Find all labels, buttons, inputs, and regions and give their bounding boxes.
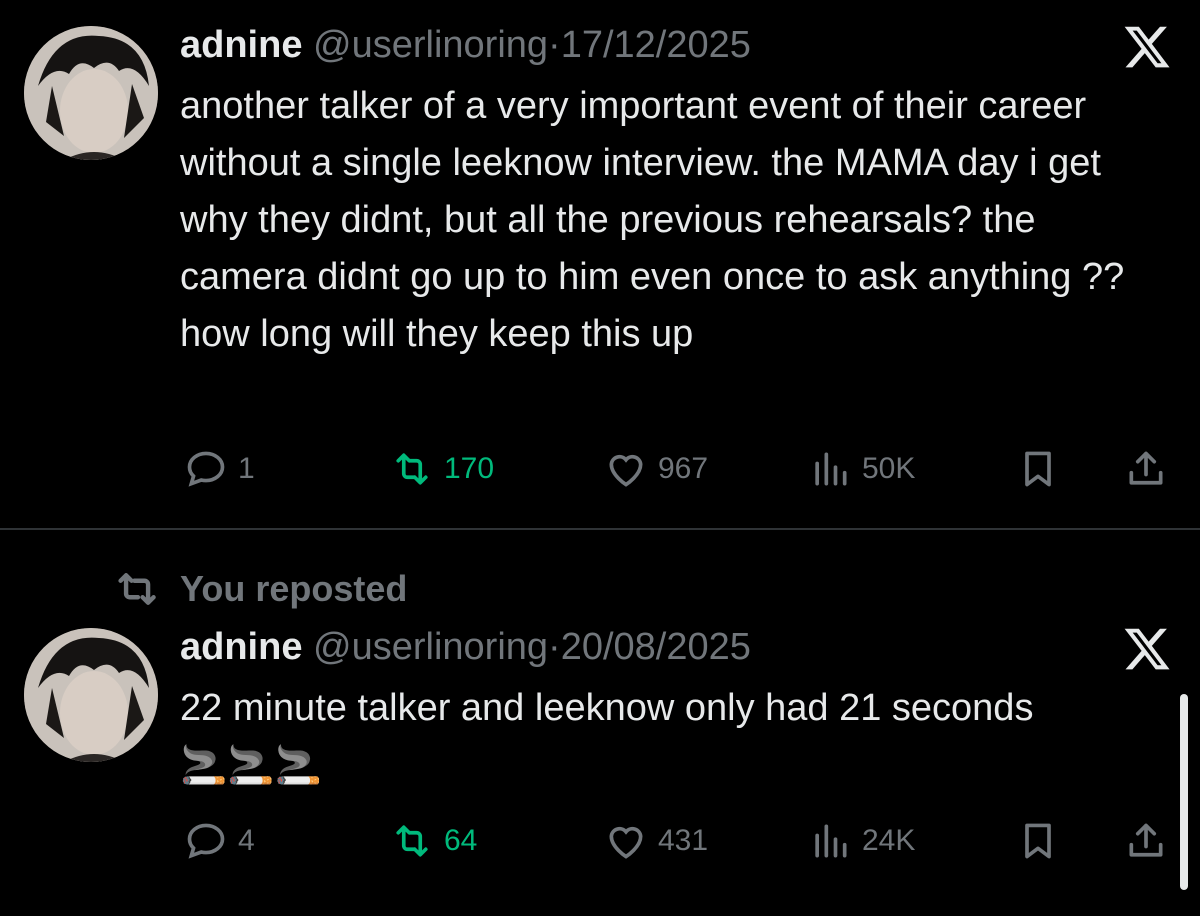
tweet-actions: 1 170 967 50K [0,444,1200,494]
separator-dot: · [548,626,561,668]
reply-count: 4 [238,824,255,857]
share-upload-icon [1129,451,1163,485]
views-button[interactable]: 50K [808,444,915,494]
reply-button[interactable]: 1 [184,444,255,494]
tweet[interactable]: You reposted adnine @userlinoring·20/08/… [0,530,1200,916]
views-button[interactable]: 24K [808,816,915,866]
avatar[interactable] [24,26,158,160]
like-button[interactable]: 431 [604,816,708,866]
bookmark-icon [1025,451,1051,487]
display-name[interactable]: adnine [180,626,302,668]
heart-icon [609,454,643,487]
repost-arrows-icon [118,573,156,605]
like-count: 967 [658,452,709,485]
tweet-actions: 4 64 431 24K [0,816,1200,866]
repost-button[interactable]: 170 [390,444,494,494]
bookmark-button[interactable] [1016,444,1060,494]
speech-bubble-icon [187,451,225,487]
bookmark-icon [1025,823,1051,859]
repost-button[interactable]: 64 [390,816,477,866]
views-count: 24K [862,824,916,857]
tweet-text-content: 22 minute talker and leeknow only had 21… [180,687,1034,729]
tweet-header: adnine @userlinoring·17/12/2025 [180,20,751,70]
tweet-text: another talker of a very important event… [180,85,1135,355]
tweet[interactable]: adnine @userlinoring·17/12/2025 another … [0,0,1200,529]
cigarette-emoji: 🚬🚬🚬 [180,745,322,788]
reply-button[interactable]: 4 [184,816,255,866]
like-button[interactable]: 967 [604,444,708,494]
display-name[interactable]: adnine [180,24,302,66]
bar-chart-icon [815,824,847,858]
separator-dot: · [548,24,561,66]
reply-count: 1 [238,452,255,485]
share-button[interactable] [1124,816,1168,866]
repost-arrows-icon [396,825,428,857]
views-count: 50K [862,452,916,485]
repost-count: 170 [444,452,495,485]
user-handle[interactable]: @userlinoring [313,626,548,668]
repost-indicator: You reposted [110,564,407,614]
avatar[interactable] [24,628,158,762]
bar-chart-icon [815,452,847,486]
bookmark-button[interactable] [1016,816,1060,866]
scrollbar[interactable] [1180,694,1188,890]
repost-label-text: You reposted [180,568,408,609]
repost-arrows-icon [396,453,428,485]
tweet-date[interactable]: 20/08/2025 [561,626,751,668]
tweet-date[interactable]: 17/12/2025 [561,24,751,66]
share-button[interactable] [1124,444,1168,494]
share-upload-icon [1129,823,1163,857]
tweet-text: 22 minute talker and leeknow only had 21… [180,680,1150,795]
x-logo-icon[interactable] [1122,624,1172,674]
heart-icon [609,826,643,859]
speech-bubble-icon [187,823,225,859]
x-logo-icon[interactable] [1122,22,1172,72]
tweet-header: adnine @userlinoring·20/08/2025 [180,622,751,672]
user-handle[interactable]: @userlinoring [313,24,548,66]
like-count: 431 [658,824,709,857]
repost-count: 64 [444,824,478,857]
